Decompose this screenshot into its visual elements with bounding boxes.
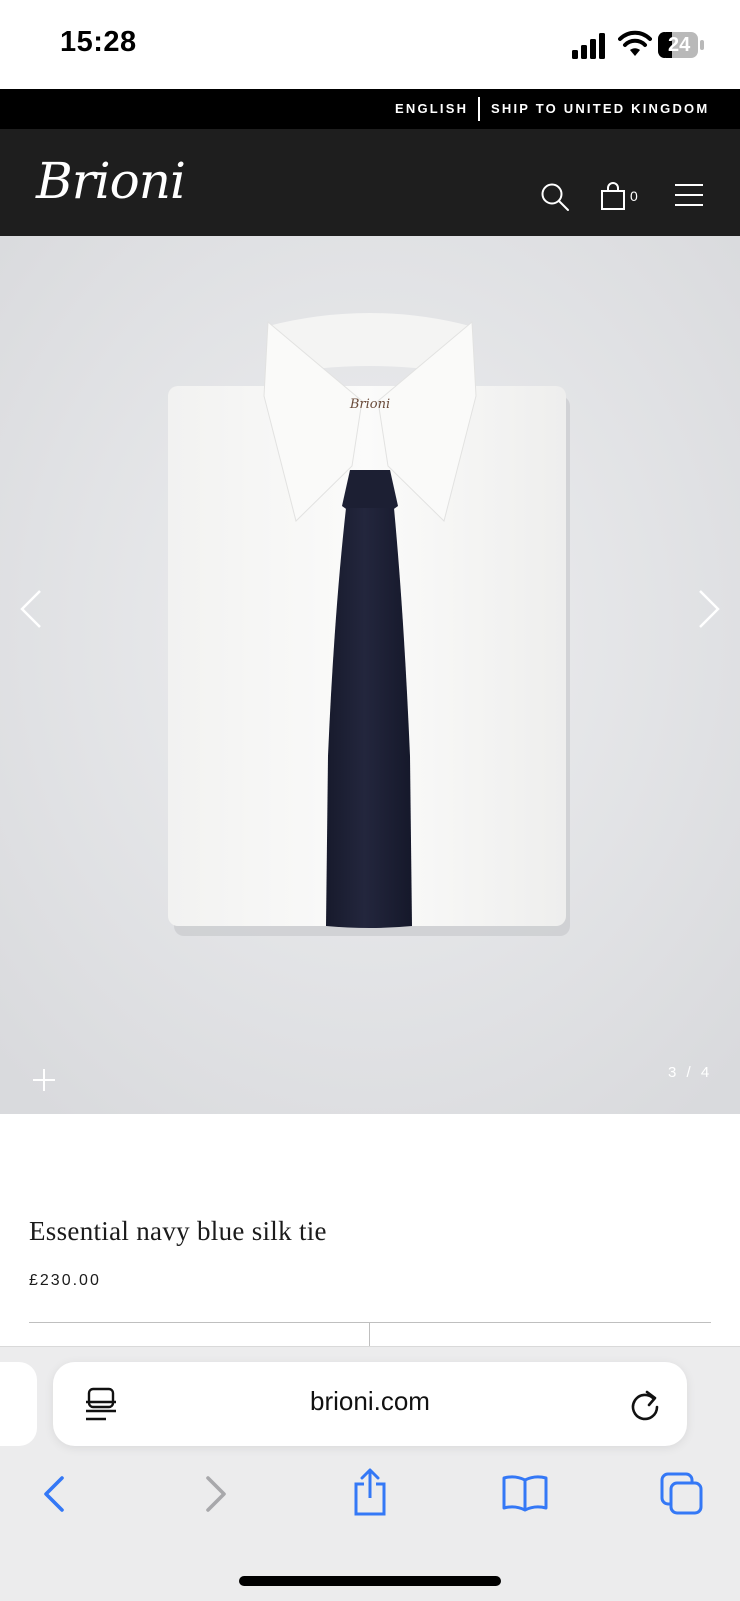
back-icon[interactable] [40, 1474, 70, 1514]
signal-icon [572, 33, 605, 59]
reload-icon[interactable] [628, 1387, 662, 1421]
cart-count: 0 [630, 188, 638, 204]
search-icon[interactable] [540, 182, 570, 212]
locale-divider [478, 97, 480, 121]
status-time: 15:28 [60, 26, 137, 58]
shopping-bag-icon[interactable] [600, 182, 626, 210]
product-price: £230.00 [29, 1272, 101, 1289]
bookmarks-icon[interactable] [502, 1474, 548, 1512]
divider [29, 1322, 711, 1323]
product-image[interactable]: Brioni [0, 236, 740, 1114]
wifi-icon [618, 30, 652, 56]
chevron-left-icon[interactable] [18, 588, 44, 630]
plus-icon[interactable] [32, 1068, 56, 1092]
product-title: Essential navy blue silk tie [29, 1216, 327, 1246]
tabs-icon[interactable] [660, 1472, 704, 1516]
shipping-country-selector[interactable]: SHIP TO UNITED KINGDOM [491, 101, 709, 116]
home-indicator [239, 1576, 501, 1586]
divider [369, 1322, 370, 1346]
language-selector[interactable]: ENGLISH [395, 101, 468, 116]
chevron-right-icon[interactable] [696, 588, 722, 630]
battery-level: 24 [668, 34, 691, 56]
share-icon[interactable] [350, 1468, 390, 1516]
image-counter: 3 / 4 [668, 1064, 713, 1081]
battery-icon: 24 [658, 32, 704, 58]
hamburger-menu-icon[interactable] [674, 182, 704, 208]
brand-logo[interactable]: Brioni [36, 152, 186, 210]
forward-icon[interactable] [200, 1474, 230, 1514]
shirt-label: Brioni [349, 397, 390, 412]
